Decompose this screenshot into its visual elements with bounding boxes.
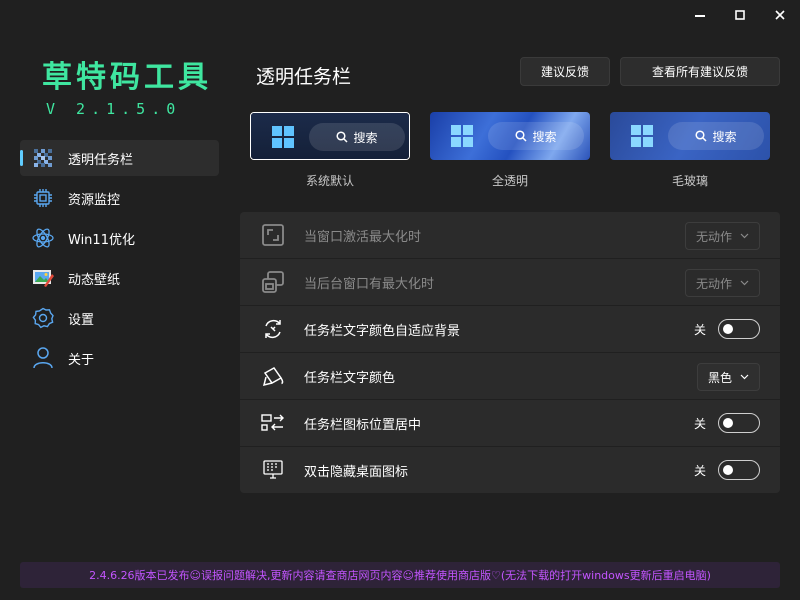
- taskbar-transparent-icon: [32, 147, 54, 169]
- windows-logo-icon: [631, 125, 653, 147]
- desktop-icon: [259, 456, 287, 484]
- sidebar-item-settings[interactable]: 设置: [20, 300, 219, 336]
- setting-row-text-color: 任务栏文字颜色 黑色: [240, 353, 780, 399]
- sidebar: 透明任务栏 资源监控 Win11优化 动态壁纸 设置 关于: [20, 140, 219, 380]
- hide-desktop-icons-toggle[interactable]: [718, 460, 760, 480]
- background-maximized-dropdown[interactable]: 无动作: [684, 269, 760, 297]
- sidebar-item-about[interactable]: 关于: [20, 340, 219, 376]
- setting-row-adaptive-text-color: 任务栏文字颜色自适应背景 关: [240, 306, 780, 352]
- sidebar-item-label: 透明任务栏: [68, 152, 134, 168]
- chevron-down-icon: [740, 280, 749, 286]
- windows-logo-icon: [272, 126, 294, 148]
- theme-label-system-default: 系统默认: [305, 174, 354, 188]
- close-button[interactable]: [760, 0, 800, 30]
- gear-icon: [32, 307, 54, 329]
- person-icon: [32, 347, 54, 369]
- theme-label-fully-transparent: 全透明: [491, 174, 528, 188]
- align-center-icon: [259, 409, 287, 437]
- theme-card-fully-transparent[interactable]: 搜索: [430, 112, 590, 160]
- dropdown-value: 无动作: [695, 229, 732, 244]
- adaptive-text-color-toggle[interactable]: [718, 319, 760, 339]
- setting-label: 任务栏图标位置居中: [304, 417, 422, 433]
- setting-label: 双击隐藏桌面图标: [304, 464, 409, 480]
- maximize-button[interactable]: [720, 0, 760, 30]
- search-label: 搜索: [532, 129, 557, 144]
- toggle-knob: [723, 418, 733, 428]
- center-icons-toggle[interactable]: [718, 413, 760, 433]
- windows-logo-icon: [451, 125, 473, 147]
- page-title: 透明任务栏: [256, 66, 352, 88]
- toggle-knob: [723, 324, 733, 334]
- dropdown-value: 黑色: [707, 370, 732, 385]
- setting-label: 当后台窗口有最大化时: [304, 276, 435, 292]
- theme-label-frosted-glass: 毛玻璃: [671, 174, 708, 188]
- setting-row-center-icons: 任务栏图标位置居中 关: [240, 400, 780, 446]
- minimize-button[interactable]: [680, 0, 720, 30]
- toggle-state-label: 关: [693, 463, 706, 478]
- search-icon: [515, 130, 528, 142]
- search-icon: [336, 131, 349, 143]
- sidebar-item-label: 资源监控: [68, 192, 121, 208]
- setting-label: 任务栏文字颜色: [304, 370, 396, 386]
- text-color-dropdown[interactable]: 黑色: [696, 363, 760, 391]
- sidebar-item-label: 关于: [68, 352, 95, 368]
- setting-row-background-maximized: 当后台窗口有最大化时 无动作: [240, 259, 780, 305]
- view-all-feedback-button[interactable]: 查看所有建议反馈: [620, 57, 780, 86]
- toggle-state-label: 关: [693, 416, 706, 431]
- close-icon: [775, 10, 785, 20]
- setting-label: 任务栏文字颜色自适应背景: [304, 323, 461, 339]
- chevron-down-icon: [740, 233, 749, 239]
- hide-desktop-icons-toggle-group: 关: [694, 460, 760, 480]
- chip-icon: [32, 187, 54, 209]
- sidebar-item-win11-optimize[interactable]: Win11优化: [20, 220, 219, 256]
- setting-row-hide-desktop-icons: 双击隐藏桌面图标 关: [240, 447, 780, 493]
- window-controls: [680, 0, 800, 30]
- background-window-icon: [259, 268, 287, 296]
- search-label: 搜索: [712, 129, 737, 144]
- search-box: 搜索: [309, 123, 405, 151]
- feedback-button[interactable]: 建议反馈: [520, 57, 610, 86]
- settings-list: 当窗口激活最大化时 无动作 当后台窗口有最大化时 无动作 任务栏文字颜色自适应背…: [240, 212, 780, 496]
- sidebar-item-resource-monitor[interactable]: 资源监控: [20, 180, 219, 216]
- setting-row-active-maximized: 当窗口激活最大化时 无动作: [240, 212, 780, 258]
- maximize-icon: [735, 10, 745, 20]
- active-maximized-dropdown[interactable]: 无动作: [684, 222, 760, 250]
- sidebar-item-label: 动态壁纸: [68, 272, 121, 288]
- chevron-down-icon: [740, 374, 749, 380]
- atom-icon: [32, 227, 54, 249]
- wallpaper-icon: [32, 267, 54, 289]
- adaptive-text-color-toggle-group: 关: [694, 319, 760, 339]
- app-title: 草特码工具: [42, 60, 212, 95]
- search-box: 搜索: [488, 122, 584, 150]
- app-version: V 2.1.5.0: [46, 100, 182, 118]
- search-icon: [695, 130, 708, 142]
- theme-card-frosted-glass[interactable]: 搜索: [610, 112, 770, 160]
- announcement-banner[interactable]: 2.4.6.26版本已发布☺误报问题解决,更新内容请查商店网页内容☺推荐使用商店…: [20, 562, 780, 588]
- toggle-knob: [723, 465, 733, 475]
- search-label: 搜索: [353, 130, 378, 145]
- toggle-state-label: 关: [693, 322, 706, 337]
- center-icons-toggle-group: 关: [694, 413, 760, 433]
- sidebar-item-label: 设置: [68, 312, 95, 328]
- setting-label: 当窗口激活最大化时: [304, 229, 422, 245]
- maximize-window-icon: [259, 221, 287, 249]
- minimize-icon: [695, 15, 705, 17]
- sidebar-item-label: Win11优化: [68, 232, 135, 248]
- theme-card-system-default[interactable]: 搜索: [250, 112, 410, 160]
- paint-bucket-icon: [259, 362, 287, 390]
- app-logo: 草特码工具 V 2.1.5.0: [42, 60, 212, 118]
- adaptive-color-icon: [259, 315, 287, 343]
- dropdown-value: 无动作: [695, 276, 732, 291]
- sidebar-item-transparent-taskbar[interactable]: 透明任务栏: [20, 140, 219, 176]
- sidebar-item-dynamic-wallpaper[interactable]: 动态壁纸: [20, 260, 219, 296]
- search-box: 搜索: [668, 122, 764, 150]
